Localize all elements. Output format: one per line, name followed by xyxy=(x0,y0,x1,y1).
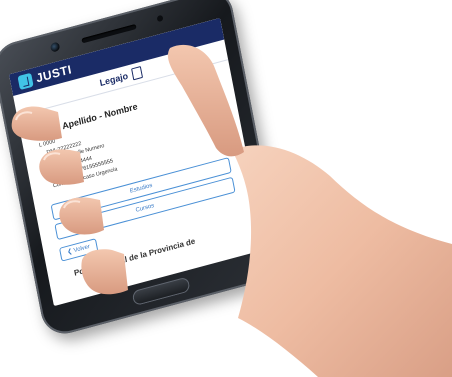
photo-scene: JUSTI Legajo Titulo Apellido - Nombre L … xyxy=(0,0,452,377)
hand xyxy=(11,44,452,377)
finger-2 xyxy=(39,149,84,185)
finger-4 xyxy=(81,249,128,295)
finger-3 xyxy=(59,197,104,235)
thumb xyxy=(167,44,244,157)
palm xyxy=(232,145,452,377)
finger-1 xyxy=(11,106,63,141)
